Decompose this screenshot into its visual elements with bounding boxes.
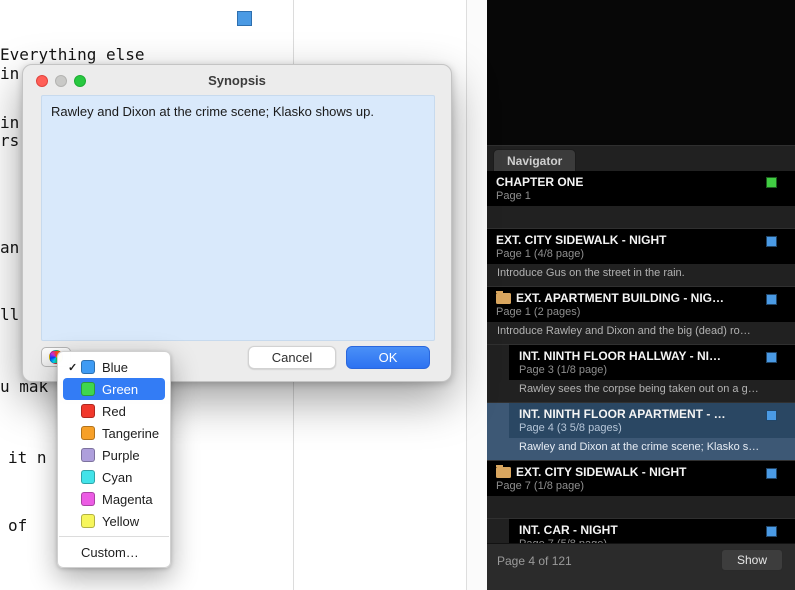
navigator-list: CHAPTER ONE Page 1 EXT. CITY SIDEWALK - … [487,171,795,543]
document-scrollbar[interactable] [466,0,487,590]
app-window: Everything else in in rs an ll u mak it … [0,0,795,590]
menu-item-label: Red [102,403,126,419]
item-description: Rawley and Dixon at the crime scene; Kla… [519,441,760,453]
green-swatch-icon [81,382,95,396]
menu-item-label: Magenta [102,491,153,507]
navigator-bottom-bar: Page 4 of 121 Show [487,543,795,590]
item-title: CHAPTER ONE [496,175,584,189]
folder-icon [496,465,511,478]
blue-swatch-icon [81,360,95,374]
navigator-item-chapter-one[interactable]: CHAPTER ONE Page 1 [487,171,795,228]
item-description: Introduce Rawley and Dixon and the big (… [497,325,751,337]
document-text: it n [8,448,47,467]
menu-item-red[interactable]: Red [63,400,165,422]
item-title: EXT. CITY SIDEWALK - NIGHT [496,233,667,247]
item-title: INT. NINTH FLOOR HALLWAY - NI… [519,349,722,363]
dialog-title: Synopsis [208,73,266,88]
item-page: Page 3 (1/8 page) [519,364,608,376]
document-text: ll [0,305,20,324]
menu-item-yellow[interactable]: Yellow [63,510,165,532]
menu-item-label: Yellow [102,513,140,529]
navigator-item-car[interactable]: INT. CAR - NIGHT Page 7 (5/8 page) [487,518,795,543]
scene-color-square [766,468,777,479]
document-text: in [0,113,20,132]
page-status: Page 4 of 121 [497,554,572,568]
item-page: Page 7 (1/8 page) [496,480,585,492]
scene-color-square [766,236,777,247]
color-popup-menu: ✓ Blue Green Red Tangerine Purple Cyan M… [57,351,171,568]
item-page: Page 1 [496,190,531,202]
item-page: Page 4 (3 5/8 pages) [519,422,622,434]
red-swatch-icon [81,404,95,418]
menu-item-green[interactable]: Green [63,378,165,400]
folder-icon [496,291,511,304]
item-title: EXT. APARTMENT BUILDING - NIG… [516,291,724,305]
item-description: Introduce Gus on the street in the rain. [497,267,685,279]
navigator-item-apartment-building[interactable]: EXT. APARTMENT BUILDING - NIG… Page 1 (2… [487,286,795,344]
menu-item-label: Tangerine [102,425,160,441]
cancel-button[interactable]: Cancel [248,346,336,369]
menu-item-cyan[interactable]: Cyan [63,466,165,488]
item-page: Page 1 (2 pages) [496,306,581,318]
item-title: INT. NINTH FLOOR APARTMENT - … [519,407,726,421]
navigator-preview-area [487,0,795,146]
document-text: Everything else [0,45,145,64]
magenta-swatch-icon [81,492,95,506]
cyan-swatch-icon [81,470,95,484]
show-button[interactable]: Show [720,549,783,571]
menu-separator [59,536,169,537]
item-page: Page 1 (4/8 page) [496,248,585,260]
navigator-item-city-sidewalk-2[interactable]: EXT. CITY SIDEWALK - NIGHT Page 7 (1/8 p… [487,460,795,518]
item-title: INT. CAR - NIGHT [519,523,618,537]
menu-item-label: Cyan [102,469,133,485]
chapter-color-square [766,177,777,188]
scene-color-square [766,294,777,305]
menu-item-label: Custom… [81,544,139,560]
menu-item-magenta[interactable]: Magenta [63,488,165,510]
menu-item-tangerine[interactable]: Tangerine [63,422,165,444]
ok-button[interactable]: OK [346,346,430,369]
menu-item-blue[interactable]: ✓ Blue [63,356,165,378]
yellow-swatch-icon [81,514,95,528]
tab-navigator[interactable]: Navigator [493,149,577,171]
menu-item-label: Green [102,381,139,397]
document-text: an [0,238,20,257]
menu-item-custom[interactable]: Custom… [63,541,165,563]
navigator-item-ninth-floor-hallway[interactable]: INT. NINTH FLOOR HALLWAY - NI… Page 3 (1… [487,344,795,402]
document-text: of [8,516,28,535]
item-description [487,496,795,518]
scene-marker-square[interactable] [237,11,252,26]
document-text: rs [0,131,20,150]
navigator-panel: Navigator CHAPTER ONE Page 1 EXT. CITY S… [487,0,795,590]
item-title: EXT. CITY SIDEWALK - NIGHT [516,465,687,479]
scene-color-square [766,526,777,537]
tangerine-swatch-icon [81,426,95,440]
checkmark-icon: ✓ [68,361,78,374]
document-text: in [0,64,20,83]
scene-color-square [766,352,777,363]
purple-swatch-icon [81,448,95,462]
menu-item-label: Blue [102,359,129,375]
item-description [487,206,795,228]
item-description: Rawley sees the corpse being taken out o… [519,383,759,395]
navigator-item-city-sidewalk-1[interactable]: EXT. CITY SIDEWALK - NIGHT Page 1 (4/8 p… [487,228,795,286]
navigator-item-ninth-floor-apartment[interactable]: INT. NINTH FLOOR APARTMENT - … Page 4 (3… [487,402,795,460]
synopsis-dialog: Synopsis Rawley and Dixon at the crime s… [22,64,452,382]
menu-item-purple[interactable]: Purple [63,444,165,466]
scene-color-square [766,410,777,421]
menu-item-label: Purple [102,447,140,463]
synopsis-textarea[interactable]: Rawley and Dixon at the crime scene; Kla… [41,95,435,341]
